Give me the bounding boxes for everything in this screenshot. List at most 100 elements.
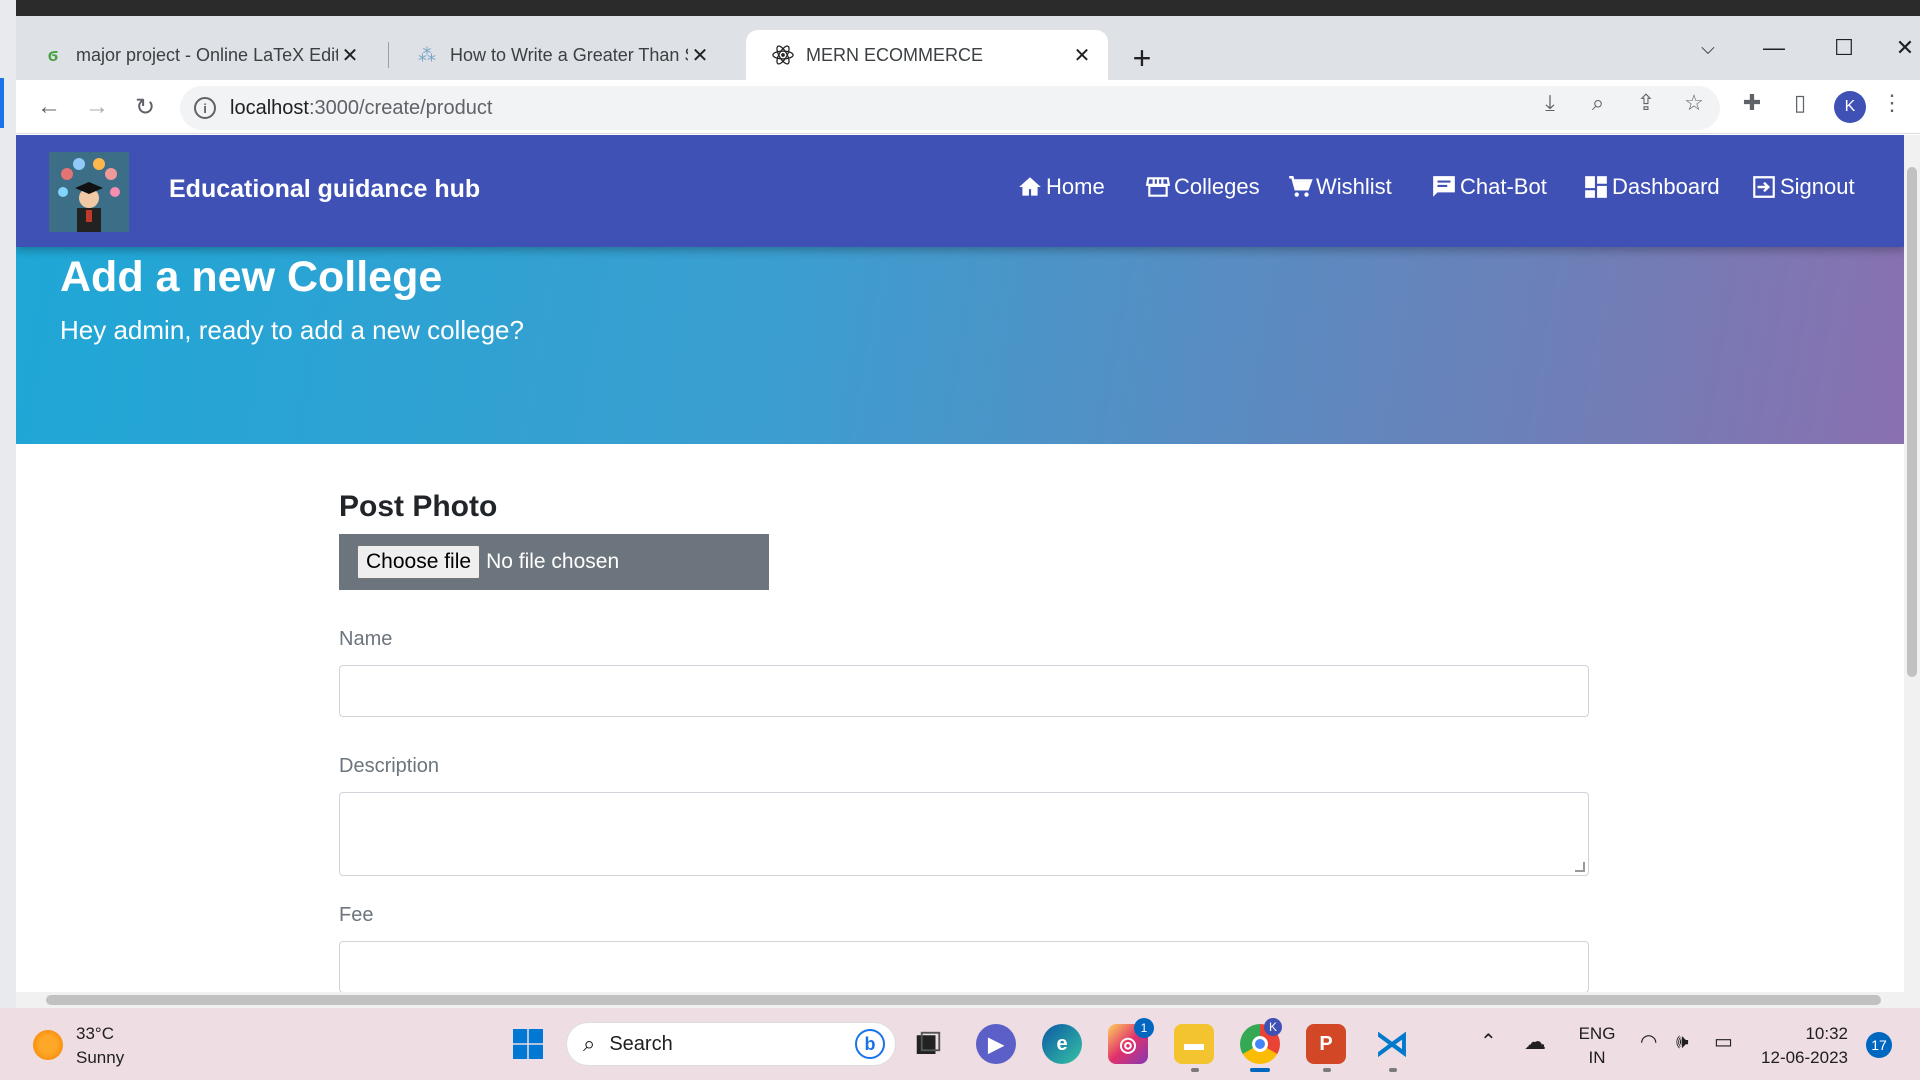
instagram-badge: 1 <box>1134 1018 1154 1038</box>
browser-window: ϭ major project - Online LaTeX Edit ✕ ⁂ … <box>16 16 1920 1008</box>
tab-overleaf[interactable]: ϭ major project - Online LaTeX Edit ✕ <box>16 30 376 80</box>
tab-search-icon[interactable]: ⌵ <box>1686 30 1730 66</box>
nav-label: Wishlist <box>1316 174 1392 199</box>
notification-badge[interactable]: 17 <box>1866 1032 1892 1058</box>
tab-title: major project - Online LaTeX Edit <box>76 44 338 65</box>
fee-label: Fee <box>339 904 374 926</box>
bing-icon[interactable]: b <box>855 1029 885 1059</box>
install-icon[interactable]: ⤓ <box>1536 89 1564 117</box>
nav-label: Colleges <box>1174 174 1260 199</box>
close-icon[interactable]: ✕ <box>338 43 362 67</box>
windows-taskbar: 33°C Sunny ⌕ Search b ▶ e ◎ 1 ▬ K P ⋊ ⌃ … <box>0 1008 1920 1080</box>
vscode-icon[interactable]: ⋊ <box>1372 1024 1412 1064</box>
forward-icon[interactable]: → <box>78 88 116 126</box>
store-icon <box>1144 173 1172 201</box>
vertical-scrollbar[interactable] <box>1904 135 1920 1008</box>
site-info-icon[interactable]: i <box>194 97 216 119</box>
name-field[interactable] <box>339 665 1589 717</box>
nav-label: Signout <box>1780 174 1855 199</box>
edge-icon[interactable]: e <box>1042 1024 1082 1064</box>
brand-logo[interactable] <box>49 152 129 232</box>
language-indicator[interactable]: ENG IN <box>1572 1022 1622 1070</box>
description-label: Description <box>339 755 440 777</box>
back-icon[interactable]: ← <box>30 88 68 126</box>
tab-greater-than[interactable]: ⁂ How to Write a Greater Than Sym ✕ <box>390 30 726 80</box>
onedrive-icon[interactable]: ☁ <box>1524 1030 1546 1054</box>
search-placeholder: Search <box>609 1032 673 1055</box>
sun-icon[interactable] <box>33 1030 63 1060</box>
maximize-icon[interactable]: ☐ <box>1822 30 1866 66</box>
minimize-icon[interactable]: — <box>1752 30 1796 66</box>
horizontal-scrollbar[interactable] <box>16 992 1904 1008</box>
description-field[interactable] <box>339 792 1589 876</box>
powerpoint-icon[interactable]: P <box>1306 1024 1346 1064</box>
page-title: Add a new College <box>60 253 443 301</box>
clock-date: 12-06-2023 <box>1761 1048 1848 1067</box>
menu-kebab-icon[interactable]: ⋮ <box>1878 89 1906 117</box>
photo-file-input[interactable]: Choose file No file chosen <box>339 534 769 590</box>
name-label: Name <box>339 628 393 650</box>
language-line2: IN <box>1588 1048 1606 1067</box>
nav-signout[interactable]: Signout <box>1750 173 1855 201</box>
post-photo-heading: Post Photo <box>339 490 498 523</box>
nav-colleges[interactable]: Colleges <box>1144 173 1260 201</box>
nav-dashboard[interactable]: Dashboard <box>1582 173 1720 201</box>
cart-icon <box>1286 173 1314 201</box>
chevron-up-icon[interactable]: ⌃ <box>1480 1030 1497 1054</box>
desktop-accent <box>0 78 4 128</box>
weather-widget[interactable]: 33°C Sunny <box>76 1022 124 1070</box>
nav-home[interactable]: Home <box>1016 173 1105 201</box>
wifi-icon[interactable]: ◠ <box>1640 1030 1657 1054</box>
add-college-form: Post Photo Choose file No file chosen Na… <box>339 490 1589 993</box>
volume-icon[interactable]: 🕪 <box>1676 1030 1689 1054</box>
reload-icon[interactable]: ↻ <box>126 88 164 126</box>
tab-title: How to Write a Greater Than Sym <box>450 44 688 65</box>
window-close-icon[interactable]: ✕ <box>1890 30 1920 66</box>
scroll-thumb[interactable] <box>1907 167 1917 677</box>
zoom-icon[interactable]: ⌕ <box>1584 89 1612 117</box>
running-indicator <box>1389 1068 1397 1072</box>
battery-icon[interactable]: ▭ <box>1714 1030 1733 1054</box>
resize-grip-icon[interactable] <box>1575 862 1585 872</box>
scroll-thumb[interactable] <box>46 995 1881 1005</box>
fee-field[interactable] <box>339 941 1589 993</box>
chrome-profile-badge: K <box>1264 1018 1282 1036</box>
start-icon[interactable] <box>508 1024 548 1064</box>
site-navbar: Educational guidance hub Home Colleges W… <box>16 135 1904 247</box>
nav-label: Dashboard <box>1612 174 1720 199</box>
close-icon[interactable]: ✕ <box>688 43 712 67</box>
temperature: 33°C <box>76 1024 114 1043</box>
teams-chat-icon[interactable]: ▶ <box>976 1024 1016 1064</box>
tab-strip: ϭ major project - Online LaTeX Edit ✕ ⁂ … <box>16 16 1920 80</box>
task-view-icon[interactable] <box>908 1024 948 1064</box>
overleaf-icon: ϭ <box>47 44 59 65</box>
clock-time: 10:32 <box>1805 1024 1848 1043</box>
brand-name[interactable]: Educational guidance hub <box>169 175 480 204</box>
side-panel-icon[interactable]: ▯ <box>1786 89 1814 117</box>
desktop-edge <box>0 0 16 1008</box>
weather-condition: Sunny <box>76 1048 125 1067</box>
nav-label: Home <box>1046 174 1105 199</box>
address-bar[interactable]: i localhost:3000/create/product <box>180 86 1720 130</box>
close-icon[interactable]: ✕ <box>1070 43 1094 67</box>
running-indicator <box>1191 1068 1199 1072</box>
clock[interactable]: 10:32 12-06-2023 <box>1758 1022 1848 1070</box>
page-viewport: Educational guidance hub Home Colleges W… <box>16 135 1904 1008</box>
react-icon <box>772 44 794 66</box>
nav-wishlist[interactable]: Wishlist <box>1286 173 1392 201</box>
choose-file-button[interactable]: Choose file <box>357 545 481 579</box>
nav-chat-bot[interactable]: Chat-Bot <box>1430 173 1547 201</box>
browser-toolbar: ← → ↻ i localhost:3000/create/product ⤓ … <box>16 80 1920 134</box>
share-icon[interactable]: ⇪ <box>1632 89 1660 117</box>
home-icon <box>1016 173 1044 201</box>
bookmark-star-icon[interactable]: ☆ <box>1680 89 1708 117</box>
taskbar-search[interactable]: ⌕ Search b <box>566 1022 896 1066</box>
file-explorer-icon[interactable]: ▬ <box>1174 1024 1214 1064</box>
nav-label: Chat-Bot <box>1460 174 1547 199</box>
dashboard-icon <box>1582 173 1610 201</box>
extensions-icon[interactable]: ✚ <box>1738 89 1766 117</box>
new-tab-button[interactable]: + <box>1124 40 1160 76</box>
profile-avatar[interactable]: K <box>1834 91 1866 123</box>
tab-title: MERN ECOMMERCE <box>806 44 984 65</box>
tab-mern-ecommerce[interactable]: MERN ECOMMERCE ✕ <box>746 30 1108 80</box>
